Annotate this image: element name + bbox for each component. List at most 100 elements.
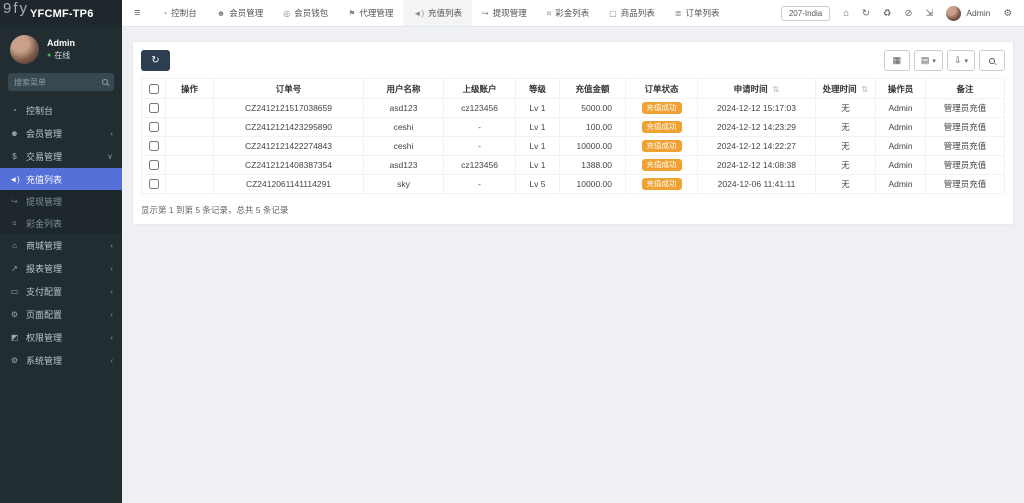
fullscreen-icon[interactable]: ⇲ [925,8,933,19]
cell-apply-time: 2024-12-12 14:23:29 [697,117,816,137]
status-badge: 充值成功 [641,159,682,171]
search-icon[interactable] [102,79,108,85]
user-status: ● 在线 [47,50,75,61]
row-checkbox[interactable] [148,160,159,171]
nav-tab[interactable]: ↪ 提现管理 [472,0,537,26]
col-apply-time[interactable]: 申请时间 ⇅ [697,78,816,99]
user-name: Admin [47,38,75,48]
sidebar-item[interactable]: ☻ 会员管理 ‹ [0,122,122,145]
content-area: ↻ ▦ ▤ ▾ ⇩ ▾ 操作 订单号 用户名称 上级账户 等级 充值金额 订单状… [122,27,1024,503]
environment-button[interactable]: 207-India [780,5,831,21]
cell-order-no: CZ2412121408387354 [213,155,364,175]
col-level: 等级 [515,78,560,99]
sidebar-item[interactable]: ▭ 支付配置 ‹ [0,280,122,303]
menu-search-input[interactable] [14,77,98,87]
sidebar-item-icon: ↗ [11,264,18,273]
cell-user-name: sky [363,174,444,194]
sidebar-item[interactable]: ¤ 彩金列表 [0,212,122,234]
table-tools: ▦ ▤ ▾ ⇩ ▾ [883,50,1005,71]
sidebar-item-label: 充值列表 [26,174,63,185]
row-checkbox[interactable] [148,103,159,114]
sidebar-item[interactable]: ◔ 控制台 [0,99,122,122]
cell-user-name: asd123 [363,98,444,118]
refresh-icon[interactable]: ↻ [862,8,870,19]
cell-operator: Admin [875,136,926,156]
cell-remark: 管理员充值 [925,155,1005,175]
sort-icon[interactable]: ⇅ [862,85,869,94]
sidebar-item-label: 彩金列表 [26,218,63,229]
sidebar-search [8,73,114,91]
cell-remark: 管理员充值 [925,117,1005,137]
select-all-cell [141,78,166,99]
col-handle-time[interactable]: 处理时间 ⇅ [815,78,876,99]
nav-tab[interactable]: ◎ 会员钱包 [273,0,338,26]
nav-tab[interactable]: ▢ 商品列表 [599,0,665,26]
clear-cache-icon[interactable]: ⊘ [904,8,912,19]
sidebar-item-icon: ⌂ [12,241,17,250]
sidebar-item-label: 页面配置 [26,310,63,320]
col-operator: 操作员 [875,78,926,99]
nav-tab-label: 控制台 [171,8,197,18]
nav-tab-label: 会员钱包 [294,8,329,18]
nav-tab-icon: ☻ [216,8,226,18]
export-dropdown-button[interactable]: ⇩ ▾ [946,50,975,71]
search-toggle-button[interactable] [979,50,1005,71]
sidebar-menu: ◔ 控制台 ☻ 会员管理 ‹ $ 交易管理 ∨ ◄) 充值列表 ↪ 提现管理 ¤… [0,99,122,372]
sidebar-item[interactable]: ⌂ 商城管理 ‹ [0,234,122,257]
sidebar-item[interactable]: ◩ 权限管理 ‹ [0,326,122,349]
cell-handle-time: 无 [815,117,876,137]
sidebar-item[interactable]: ↗ 报表管理 ‹ [0,257,122,280]
refresh-table-button[interactable]: ↻ [141,50,170,71]
cell-parent-account: cz123456 [443,98,516,118]
cell-amount: 1388.00 [559,155,626,175]
cell-remark: 管理员充值 [925,98,1005,118]
navbar-user[interactable]: Admin [946,5,990,21]
nav-tab[interactable]: ◔ 控制台 [152,0,206,26]
nav-tab-label: 充值列表 [428,8,463,18]
nav-tab-label: 代理管理 [359,8,394,18]
sidebar-item-icon: ¤ [12,218,17,228]
nav-tab[interactable]: ≣ 订单列表 [665,0,730,26]
chevron-icon: ‹ [110,356,113,365]
row-checkbox[interactable] [148,141,159,152]
hamburger-icon[interactable]: ≡ [122,0,152,26]
row-checkbox[interactable] [148,122,159,133]
chevron-icon: ∨ [107,152,113,161]
nav-tab[interactable]: ⚑ 代理管理 [338,0,403,26]
pagination-toggle-button[interactable]: ▦ [883,50,910,71]
sidebar-item[interactable]: ◄) 充值列表 [0,168,122,190]
select-all-checkbox[interactable] [148,83,159,94]
sidebar-item-icon: ☻ [10,129,19,138]
columns-dropdown-button[interactable]: ▤ ▾ [913,50,943,71]
sidebar-item[interactable]: $ 交易管理 ∨ [0,145,122,168]
search-icon [989,57,995,64]
chevron-icon: ‹ [110,287,113,296]
sidebar-item[interactable]: ↪ 提现管理 [0,190,122,212]
sidebar-item-label: 提现管理 [26,196,63,207]
settings-cogs-icon[interactable]: ⚙ [1003,8,1012,19]
nav-tab[interactable]: ◄) 充值列表 [403,0,473,26]
sort-icon[interactable]: ⇅ [773,85,780,94]
cell-level: Lv 1 [515,155,560,175]
nav-tab[interactable]: ¤ 彩金列表 [537,0,599,26]
col-amount: 充值金额 [559,78,626,99]
sidebar-item[interactable]: ⚙ 页面配置 ‹ [0,303,122,326]
cell-user-name: ceshi [363,117,444,137]
cell-operation [165,117,214,137]
nav-tab-label: 会员管理 [229,8,264,18]
cell-apply-time: 2024-12-06 11:41:11 [697,174,816,194]
cell-user-name: asd123 [363,155,444,175]
sidebar-item-icon: ◩ [10,333,19,342]
home-icon[interactable]: ⌂ [843,8,849,19]
col-operation: 操作 [165,78,214,99]
nav-tab[interactable]: ☻ 会员管理 [207,0,273,26]
recharge-list-card: ↻ ▦ ▤ ▾ ⇩ ▾ 操作 订单号 用户名称 上级账户 等级 充值金额 订单状… [132,41,1014,225]
sidebar-item[interactable]: ⚙ 系统管理 ‹ [0,349,122,372]
cell-remark: 管理员充值 [925,174,1005,194]
col-order-no: 订单号 [213,78,364,99]
cell-operation [165,174,214,194]
row-checkbox[interactable] [148,179,159,190]
table-header-row: 操作 订单号 用户名称 上级账户 等级 充值金额 订单状态 申请时间 ⇅ 处理时间… [141,78,1005,99]
cell-order-no: CZ2412121422274843 [213,136,364,156]
trash-icon[interactable]: ♻ [883,8,892,19]
